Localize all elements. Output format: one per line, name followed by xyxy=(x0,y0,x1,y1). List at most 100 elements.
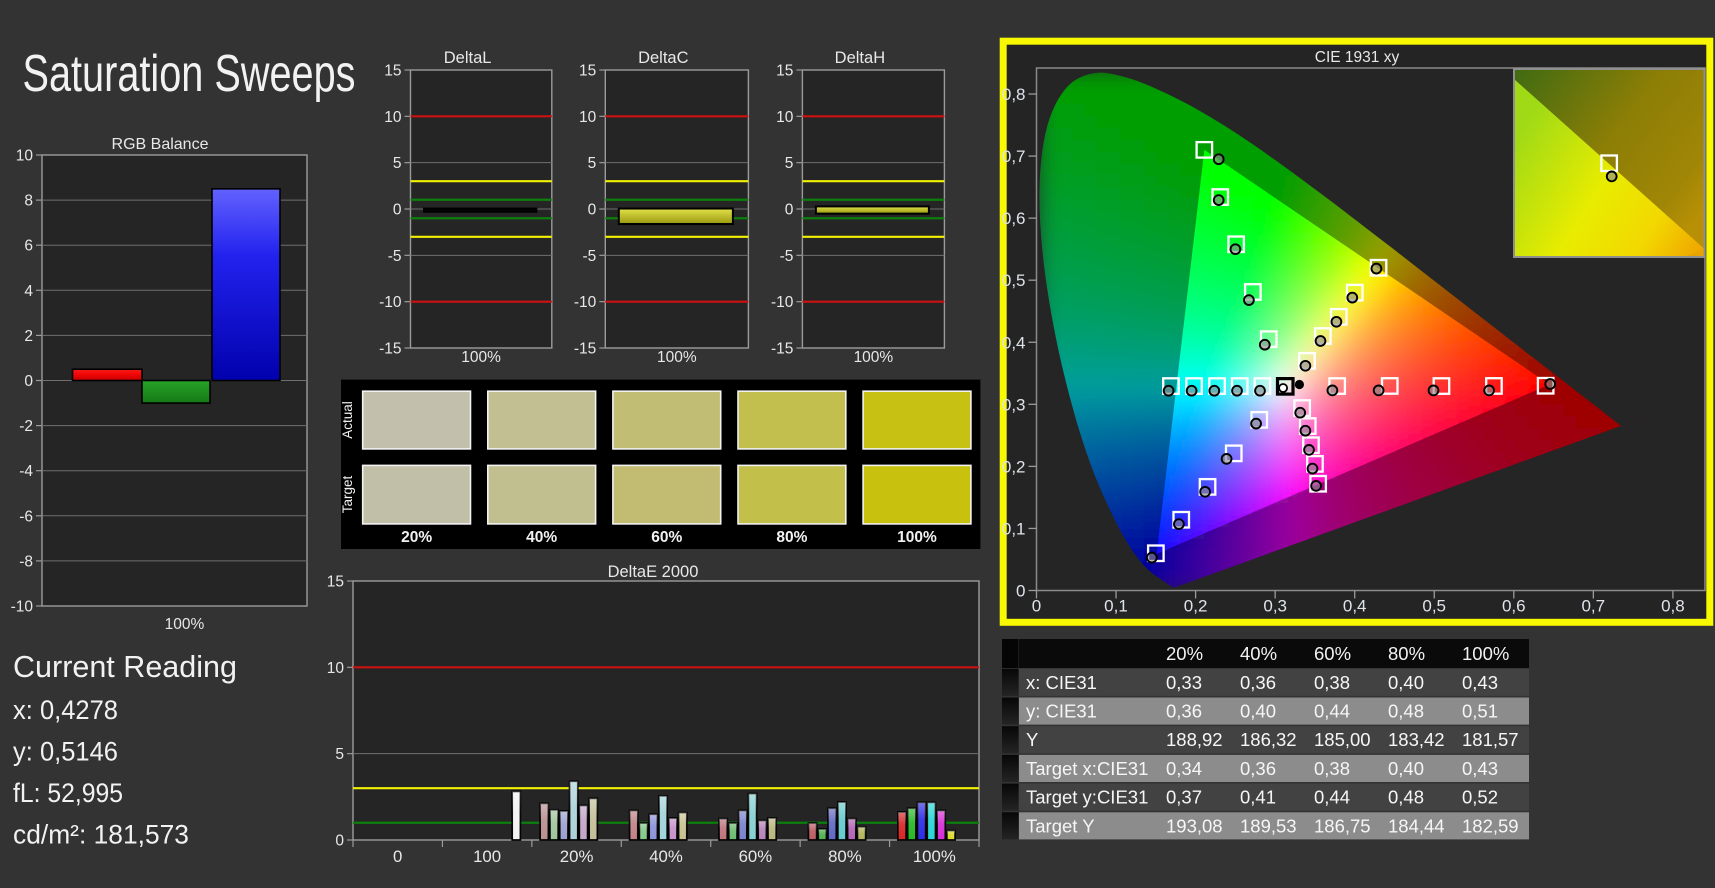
svg-text:0,8: 0,8 xyxy=(1002,85,1026,104)
svg-text:0,40: 0,40 xyxy=(1388,672,1424,693)
svg-text:40%: 40% xyxy=(1240,643,1277,664)
svg-text:20%: 20% xyxy=(1166,643,1203,664)
svg-text:181,57: 181,57 xyxy=(1462,729,1519,750)
svg-text:0,36: 0,36 xyxy=(1240,672,1276,693)
svg-text:0,38: 0,38 xyxy=(1314,758,1350,779)
svg-text:Target Y: Target Y xyxy=(1026,815,1095,836)
svg-text:0,2: 0,2 xyxy=(1184,597,1208,616)
svg-text:Current Reading: Current Reading xyxy=(13,649,237,684)
svg-text:0,8: 0,8 xyxy=(1661,597,1685,616)
svg-text:-15: -15 xyxy=(771,341,793,358)
svg-text:0: 0 xyxy=(1016,582,1025,601)
svg-text:60%: 60% xyxy=(1314,643,1351,664)
svg-text:0,5: 0,5 xyxy=(1002,271,1026,290)
svg-text:2: 2 xyxy=(24,328,33,345)
svg-text:-15: -15 xyxy=(574,341,596,358)
svg-text:0,44: 0,44 xyxy=(1314,787,1350,808)
svg-text:0,36: 0,36 xyxy=(1166,701,1202,722)
svg-text:-2: -2 xyxy=(19,418,33,435)
svg-text:0,1: 0,1 xyxy=(1104,597,1128,616)
svg-text:182,59: 182,59 xyxy=(1462,815,1519,836)
svg-text:80%: 80% xyxy=(1388,643,1425,664)
svg-text:DeltaE 2000: DeltaE 2000 xyxy=(608,563,699,581)
svg-text:10: 10 xyxy=(16,148,34,165)
svg-text:Target y:CIE31: Target y:CIE31 xyxy=(1026,787,1148,808)
svg-text:0,2: 0,2 xyxy=(1002,457,1026,476)
svg-text:0: 0 xyxy=(335,833,344,850)
svg-text:fL: 52,995: fL: 52,995 xyxy=(13,778,123,808)
svg-text:0,51: 0,51 xyxy=(1462,701,1498,722)
svg-text:186,75: 186,75 xyxy=(1314,815,1371,836)
svg-text:193,08: 193,08 xyxy=(1166,815,1223,836)
svg-text:0,3: 0,3 xyxy=(1002,395,1026,414)
svg-text:10: 10 xyxy=(327,660,345,677)
svg-text:0: 0 xyxy=(393,847,402,866)
svg-text:DeltaC: DeltaC xyxy=(638,49,689,67)
svg-text:Actual: Actual xyxy=(340,401,355,439)
svg-text:0,52: 0,52 xyxy=(1462,787,1498,808)
svg-text:0,48: 0,48 xyxy=(1388,701,1424,722)
svg-text:x: CIE31: x: CIE31 xyxy=(1026,672,1097,693)
svg-text:0,40: 0,40 xyxy=(1240,701,1276,722)
svg-text:0,4: 0,4 xyxy=(1002,333,1026,352)
svg-text:Saturation Sweeps: Saturation Sweeps xyxy=(23,45,356,103)
svg-text:-5: -5 xyxy=(583,248,597,265)
svg-text:0,44: 0,44 xyxy=(1314,701,1350,722)
svg-text:100%: 100% xyxy=(913,847,956,866)
svg-text:-15: -15 xyxy=(379,341,401,358)
svg-text:0,38: 0,38 xyxy=(1314,672,1350,693)
svg-text:-6: -6 xyxy=(19,508,33,525)
svg-text:-10: -10 xyxy=(771,294,794,311)
svg-text:DeltaL: DeltaL xyxy=(444,49,492,67)
svg-text:100%: 100% xyxy=(897,529,937,546)
svg-text:60%: 60% xyxy=(739,847,773,866)
svg-text:100%: 100% xyxy=(657,349,697,366)
svg-text:0,4: 0,4 xyxy=(1343,597,1367,616)
svg-text:Target: Target xyxy=(340,475,355,513)
svg-text:-10: -10 xyxy=(379,294,402,311)
svg-text:0,6: 0,6 xyxy=(1002,209,1026,228)
svg-text:10: 10 xyxy=(579,109,597,126)
svg-text:Y: Y xyxy=(1026,729,1038,750)
svg-text:100%: 100% xyxy=(1462,643,1509,664)
svg-text:188,92: 188,92 xyxy=(1166,729,1223,750)
svg-text:RGB Balance: RGB Balance xyxy=(112,136,209,153)
svg-text:189,53: 189,53 xyxy=(1240,815,1297,836)
svg-text:y: 0,5146: y: 0,5146 xyxy=(13,737,118,767)
svg-text:0,7: 0,7 xyxy=(1002,147,1026,166)
svg-text:0: 0 xyxy=(588,202,597,219)
svg-text:-4: -4 xyxy=(19,463,33,480)
svg-text:0,5: 0,5 xyxy=(1422,597,1446,616)
svg-text:15: 15 xyxy=(384,63,401,80)
svg-text:8: 8 xyxy=(24,193,33,210)
svg-text:CIE 1931 xy: CIE 1931 xy xyxy=(1315,49,1400,66)
svg-text:0,41: 0,41 xyxy=(1240,787,1276,808)
svg-text:0,1: 0,1 xyxy=(1002,519,1026,538)
svg-text:-10: -10 xyxy=(11,599,34,616)
svg-text:x: 0,4278: x: 0,4278 xyxy=(13,695,118,725)
svg-text:0,7: 0,7 xyxy=(1581,597,1605,616)
svg-text:0: 0 xyxy=(24,373,33,390)
svg-text:0,36: 0,36 xyxy=(1240,758,1276,779)
svg-text:100%: 100% xyxy=(461,349,501,366)
svg-text:cd/m²: 181,573: cd/m²: 181,573 xyxy=(13,820,189,850)
svg-text:0,43: 0,43 xyxy=(1462,672,1498,693)
svg-text:-5: -5 xyxy=(388,248,402,265)
svg-text:80%: 80% xyxy=(776,529,807,546)
svg-text:5: 5 xyxy=(588,155,597,172)
svg-text:100: 100 xyxy=(473,847,501,866)
svg-text:185,00: 185,00 xyxy=(1314,729,1371,750)
svg-text:184,44: 184,44 xyxy=(1388,815,1445,836)
svg-text:6: 6 xyxy=(24,238,33,255)
svg-text:0: 0 xyxy=(1032,597,1041,616)
svg-text:y: CIE31: y: CIE31 xyxy=(1026,701,1097,722)
svg-text:0: 0 xyxy=(785,202,794,219)
svg-text:5: 5 xyxy=(393,155,402,172)
svg-text:10: 10 xyxy=(776,109,794,126)
svg-text:15: 15 xyxy=(776,63,793,80)
svg-text:0,48: 0,48 xyxy=(1388,787,1424,808)
svg-text:100%: 100% xyxy=(165,616,205,633)
svg-text:0: 0 xyxy=(393,202,402,219)
svg-text:60%: 60% xyxy=(651,529,682,546)
svg-text:4: 4 xyxy=(24,283,33,300)
